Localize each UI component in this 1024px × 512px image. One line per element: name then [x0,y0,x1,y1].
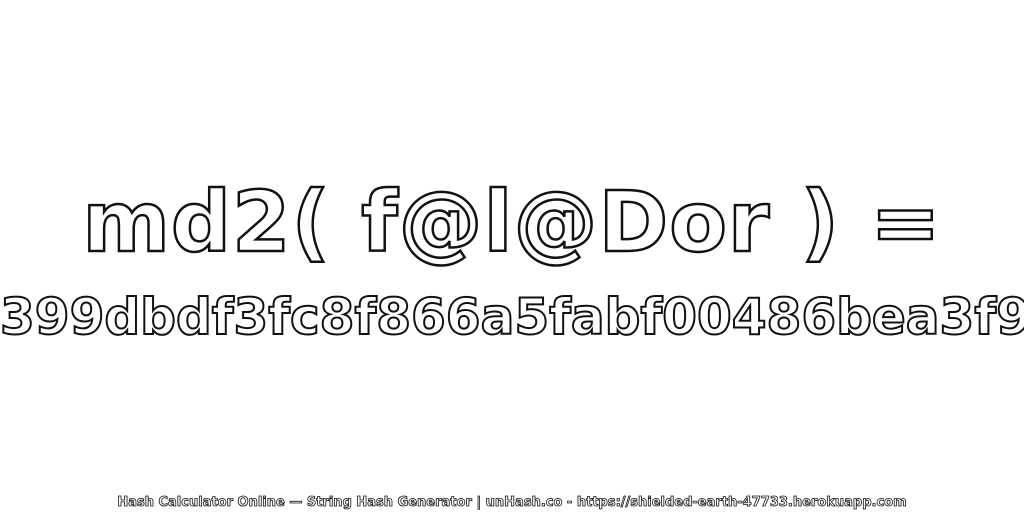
site-footer-credit: Hash Calculator Online — String Hash Gen… [117,495,907,511]
hash-expression-title: md2( f@l@Dor ) = [81,172,942,273]
hash-result-value: 399dbdf3fc8f866a5fabf00486bea3f9 [0,287,1024,347]
